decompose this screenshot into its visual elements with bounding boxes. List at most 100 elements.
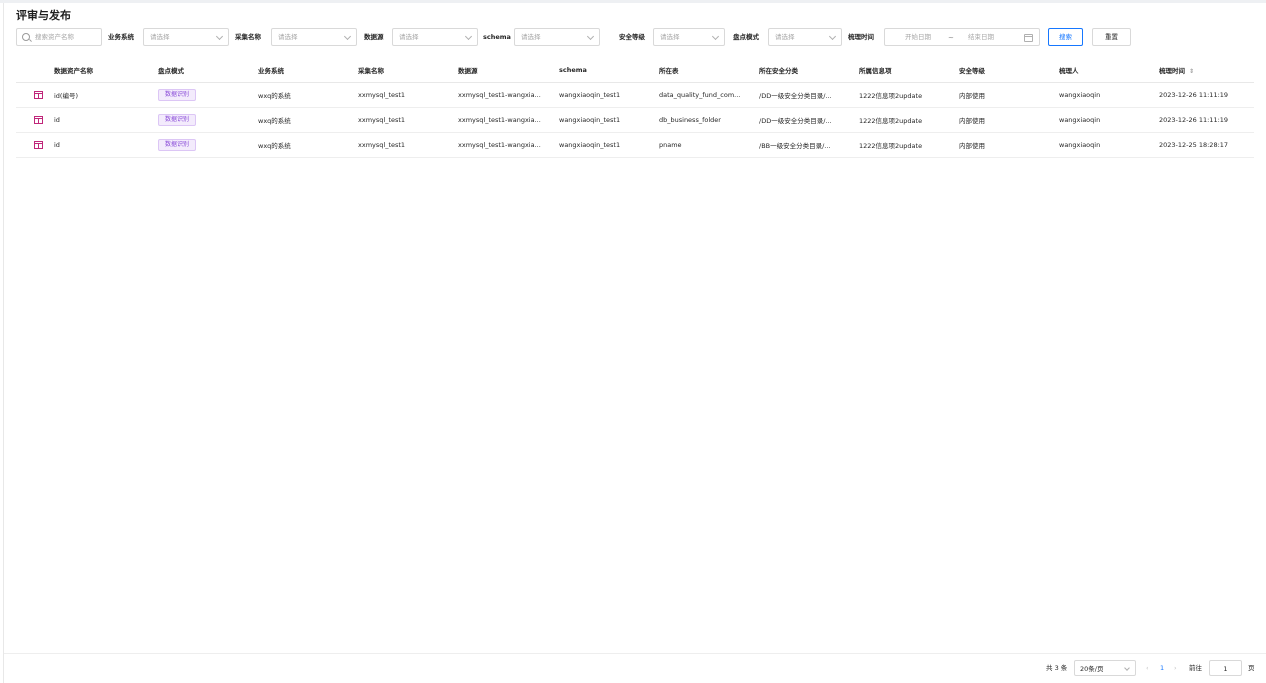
sort-time-header[interactable]: 梳理时间 ⇕ <box>1159 58 1254 83</box>
table-icon <box>34 91 43 99</box>
business-system-label: 业务系统 <box>108 33 134 41</box>
table-cell: pname <box>659 132 759 158</box>
datasource-label: 数据源 <box>364 33 384 41</box>
chevron-down-icon <box>1124 665 1130 671</box>
chevron-down-icon <box>343 32 352 41</box>
schema-cell: wangxiaoqin_test1 <box>559 107 659 133</box>
level-cell: 内部使用 <box>959 82 1059 108</box>
collect-cell: xxmysql_test1 <box>358 107 458 133</box>
chevron-down-icon <box>711 32 720 41</box>
search-icon <box>22 33 30 41</box>
table-row[interactable]: id 数据识别 wxq的系统 xxmysql_test1 xxmysql_tes… <box>16 132 1254 158</box>
prev-page-icon[interactable]: ‹ <box>1146 660 1149 676</box>
end-date-input[interactable]: 结束日期 <box>968 29 994 45</box>
schema-cell: wangxiaoqin_test1 <box>559 82 659 108</box>
collect-cell: xxmysql_test1 <box>358 82 458 108</box>
top-strip <box>0 0 1266 3</box>
system-cell: wxq的系统 <box>258 107 358 133</box>
datasource-cell: xxmysql_test1-wangxia... <box>458 132 559 158</box>
security-level-select[interactable]: 请选择 <box>653 28 725 46</box>
search-button[interactable]: 搜索 <box>1048 28 1083 46</box>
table-cell: db_business_folder <box>659 107 759 133</box>
date-separator: ~ <box>948 34 954 42</box>
info-item-cell: 1222信息项2update <box>859 82 959 108</box>
search-input[interactable]: 搜索资产名称 <box>16 28 102 46</box>
page-size-value: 20条/页 <box>1080 665 1104 673</box>
select-placeholder: 请选择 <box>278 33 298 41</box>
time-cell: 2023-12-25 18:28:17 <box>1159 132 1254 158</box>
start-date-input[interactable]: 开始日期 <box>905 29 931 45</box>
column-header: 梳理人 <box>1059 58 1159 83</box>
column-header: 安全等级 <box>959 58 1059 83</box>
column-header: 数据资产名称 <box>54 58 158 83</box>
datasource-select[interactable]: 请选择 <box>392 28 478 46</box>
asset-name-cell[interactable]: id <box>54 107 158 133</box>
row-icon-cell <box>16 132 54 158</box>
column-header: 数据源 <box>458 58 559 83</box>
header-icon-col <box>16 58 54 83</box>
collect-name-select[interactable]: 请选择 <box>271 28 357 46</box>
owner-cell: wangxiaoqin <box>1059 107 1159 133</box>
select-placeholder: 请选择 <box>399 33 419 41</box>
mode-tag: 数据识别 <box>158 139 197 151</box>
date-range-picker[interactable]: 开始日期 ~ 结束日期 <box>884 28 1040 46</box>
mode-cell: 数据识别 <box>158 107 258 133</box>
column-header: 梳理时间 <box>1159 67 1185 75</box>
table-row[interactable]: id(编号) 数据识别 wxq的系统 xxmysql_test1 xxmysql… <box>16 82 1254 108</box>
column-header: 所在安全分类 <box>759 58 859 83</box>
row-icon-cell <box>16 107 54 133</box>
page-suffix: 页 <box>1248 664 1255 672</box>
calendar-icon <box>1024 34 1033 42</box>
system-cell: wxq的系统 <box>258 82 358 108</box>
select-placeholder: 请选择 <box>521 33 541 41</box>
total-count: 共 3 条 <box>1046 664 1068 672</box>
schema-select[interactable]: 请选择 <box>514 28 600 46</box>
page-size-select[interactable]: 20条/页 <box>1074 660 1136 676</box>
time-cell: 2023-12-26 11:11:19 <box>1159 107 1254 133</box>
assets-table: 数据资产名称 盘点模式 业务系统 采集名称 数据源 schema 所在表 所在安… <box>16 58 1254 158</box>
mode-tag: 数据识别 <box>158 89 197 101</box>
table-row[interactable]: id 数据识别 wxq的系统 xxmysql_test1 xxmysql_tes… <box>16 107 1254 133</box>
next-page-icon[interactable]: › <box>1174 660 1177 676</box>
inventory-mode-label: 盘点模式 <box>733 33 759 41</box>
owner-cell: wangxiaoqin <box>1059 82 1159 108</box>
collect-name-label: 采集名称 <box>235 33 261 41</box>
info-item-cell: 1222信息项2update <box>859 107 959 133</box>
chevron-down-icon <box>828 32 837 41</box>
inventory-mode-select[interactable]: 请选择 <box>768 28 842 46</box>
level-cell: 内部使用 <box>959 107 1059 133</box>
info-item-cell: 1222信息项2update <box>859 132 959 158</box>
datasource-cell: xxmysql_test1-wangxia... <box>458 82 559 108</box>
time-cell: 2023-12-26 11:11:19 <box>1159 82 1254 108</box>
reset-button[interactable]: 重置 <box>1092 28 1131 46</box>
select-placeholder: 请选择 <box>150 33 170 41</box>
page-title: 评审与发布 <box>16 9 71 22</box>
column-header: schema <box>559 58 659 83</box>
goto-label: 前往 <box>1189 664 1202 672</box>
select-placeholder: 请选择 <box>660 33 680 41</box>
owner-cell: wangxiaoqin <box>1059 132 1159 158</box>
table-icon <box>34 116 43 124</box>
column-header: 所在表 <box>659 58 759 83</box>
column-header: 盘点模式 <box>158 58 258 83</box>
system-cell: wxq的系统 <box>258 132 358 158</box>
level-cell: 内部使用 <box>959 132 1059 158</box>
page-number-current[interactable]: 1 <box>1160 660 1164 676</box>
row-icon-cell <box>16 82 54 108</box>
left-border <box>3 3 4 683</box>
goto-page-input[interactable]: 1 <box>1209 660 1242 676</box>
chevron-down-icon <box>464 32 473 41</box>
select-placeholder: 请选择 <box>775 33 795 41</box>
datasource-cell: xxmysql_test1-wangxia... <box>458 107 559 133</box>
table-icon <box>34 141 43 149</box>
collect-cell: xxmysql_test1 <box>358 132 458 158</box>
asset-name-cell[interactable]: id <box>54 132 158 158</box>
schema-label: schema <box>483 33 511 41</box>
table-cell: data_quality_fund_com... <box>659 82 759 108</box>
sort-icon[interactable]: ⇕ <box>1189 68 1194 75</box>
business-system-select[interactable]: 请选择 <box>143 28 229 46</box>
asset-name-cell[interactable]: id(编号) <box>54 82 158 108</box>
mode-cell: 数据识别 <box>158 132 258 158</box>
chevron-down-icon <box>586 32 595 41</box>
category-cell: /BB一级安全分类目录/... <box>759 132 859 158</box>
